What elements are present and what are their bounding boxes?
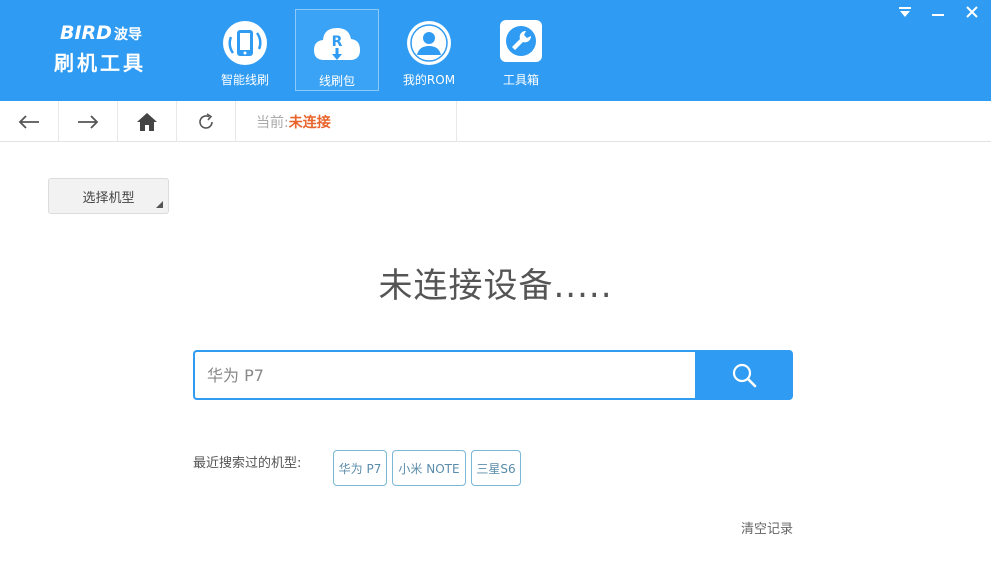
logo-brand-cn: 波导 xyxy=(113,27,142,43)
current-value: 未连接 xyxy=(288,114,331,131)
nav-label: 线刷包 xyxy=(318,74,355,88)
recent-tag[interactable]: 小米 NOTE xyxy=(392,450,466,486)
nav-label: 我的ROM xyxy=(402,73,456,87)
nav-my-rom[interactable]: 我的ROM xyxy=(387,9,471,91)
nav-label: 智能线刷 xyxy=(220,73,269,87)
back-button[interactable] xyxy=(0,101,59,142)
nav-label: 工具箱 xyxy=(502,73,539,87)
nav-smart-flash[interactable]: 智能线刷 xyxy=(203,9,287,91)
status-message: 未连接设备..... xyxy=(378,266,613,306)
phone-refresh-icon xyxy=(221,19,269,71)
nav-toolbox[interactable]: 工具箱 xyxy=(479,9,563,91)
arrow-right-icon xyxy=(78,114,99,129)
connection-status: 当前: 未连接 xyxy=(236,101,457,142)
menu-icon[interactable] xyxy=(892,2,918,22)
search-input[interactable] xyxy=(193,350,696,400)
cloud-download-icon: R xyxy=(310,20,364,72)
close-icon[interactable] xyxy=(959,2,985,22)
select-model-button[interactable]: 选择机型 xyxy=(48,178,169,214)
recent-search-label: 最近搜索过的机型: xyxy=(193,456,302,471)
current-label: 当前: xyxy=(256,114,289,131)
minimize-icon[interactable] xyxy=(925,2,951,22)
home-icon xyxy=(137,112,157,131)
title-bar: BIRD 波导 刷机工具 智能线刷 R 线刷包 我的ROM 工具箱 xyxy=(0,0,991,101)
user-icon xyxy=(405,19,453,71)
navigation-toolbar: 当前: 未连接 xyxy=(0,101,991,142)
refresh-button[interactable] xyxy=(177,101,236,142)
arrow-left-icon xyxy=(18,114,39,129)
recent-tag[interactable]: 华为 P7 xyxy=(333,450,387,486)
select-model-label: 选择机型 xyxy=(82,190,135,206)
search-button[interactable] xyxy=(695,350,793,400)
forward-button[interactable] xyxy=(59,101,118,142)
corner-triangle-icon xyxy=(156,201,163,208)
app-logo: BIRD 波导 刷机工具 xyxy=(54,22,164,75)
home-button[interactable] xyxy=(118,101,177,142)
logo-brand: BIRD xyxy=(60,22,112,44)
clear-history-link[interactable]: 清空记录 xyxy=(741,518,793,537)
recent-tag[interactable]: 三星S6 xyxy=(471,450,521,486)
wrench-icon xyxy=(499,19,543,67)
svg-text:R: R xyxy=(332,34,343,50)
window-controls xyxy=(891,0,991,24)
logo-title: 刷机工具 xyxy=(54,51,146,75)
search-icon xyxy=(732,363,757,388)
nav-flash-package[interactable]: R 线刷包 xyxy=(295,9,379,91)
refresh-icon xyxy=(199,112,213,129)
search-bar xyxy=(193,350,793,400)
